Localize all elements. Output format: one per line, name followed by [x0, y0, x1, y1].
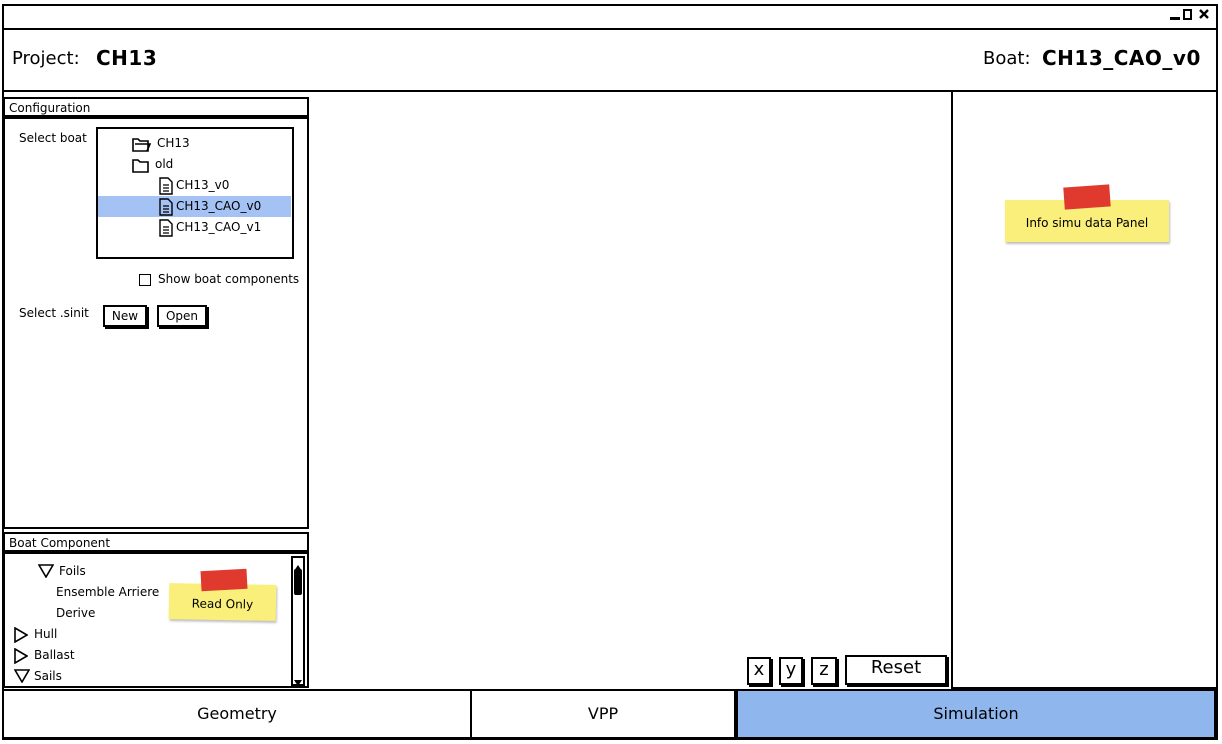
component-label: Sails [34, 669, 62, 683]
reset-view-button[interactable]: Reset [845, 655, 947, 685]
configuration-panel-title: Configuration [3, 97, 309, 117]
tab-simulation[interactable]: Simulation [736, 689, 1216, 739]
boat-component-panel-title: Boat Component [3, 532, 309, 552]
tree-item-label: CH13_CAO_v1 [176, 220, 262, 234]
view-z-button[interactable]: z [811, 657, 837, 685]
info-simu-panel [951, 90, 1218, 689]
tree-item-ch13[interactable]: CH13 [131, 133, 291, 154]
tab-geometry[interactable]: Geometry [2, 689, 472, 739]
new-button[interactable]: New [103, 305, 147, 327]
maximize-icon[interactable] [1183, 7, 1193, 24]
component-label: Hull [34, 627, 58, 641]
minimize-icon[interactable] [1169, 7, 1181, 24]
tree-item-label: CH13_v0 [176, 178, 230, 192]
view-y-button[interactable]: y [779, 657, 803, 685]
triangle-right-icon [14, 647, 29, 671]
project-label: Project: [12, 48, 80, 69]
note-tape [200, 568, 248, 592]
triangle-right-icon [14, 626, 29, 650]
triangle-down-icon [37, 564, 55, 585]
component-label: Foils [59, 564, 86, 578]
component-ensemble-arriere[interactable]: Ensemble Arriere [56, 582, 159, 603]
triangle-down-icon [13, 669, 31, 690]
close-icon[interactable] [1198, 7, 1210, 24]
file-icon [158, 219, 174, 244]
boat-label: Boat: [983, 48, 1031, 69]
component-scrollbar[interactable] [291, 556, 305, 686]
project-name: CH13 [96, 46, 158, 70]
component-derive[interactable]: Derive [56, 603, 95, 624]
tree-item-ch13-cao-v1[interactable]: CH13_CAO_v1 [158, 217, 291, 238]
view-x-button[interactable]: x [747, 657, 771, 685]
tree-item-label: old [155, 157, 174, 171]
header-bar [2, 30, 1218, 92]
tree-item-label: CH13 [157, 136, 190, 150]
folder-icon [131, 156, 151, 181]
show-components-checkbox[interactable] [139, 274, 151, 286]
select-boat-label: Select boat [19, 131, 87, 145]
title-bar [2, 4, 1218, 30]
tree-item-ch13-v0[interactable]: CH13_v0 [158, 175, 291, 196]
scroll-thumb[interactable] [294, 569, 302, 595]
show-components-label: Show boat components [158, 272, 300, 286]
component-label: Ballast [34, 648, 75, 662]
note-tape [1063, 184, 1111, 210]
tree-item-old[interactable]: old [131, 154, 291, 175]
open-button[interactable]: Open [157, 305, 207, 327]
tree-item-label: CH13_CAO_v0 [176, 199, 262, 213]
tab-vpp[interactable]: VPP [470, 689, 736, 739]
3d-viewport[interactable] [311, 92, 951, 688]
select-sinit-label: Select .sinit [19, 306, 89, 320]
tree-item-ch13-cao-v0[interactable]: CH13_CAO_v0 [98, 196, 291, 217]
boat-name: CH13_CAO_v0 [1042, 46, 1201, 70]
